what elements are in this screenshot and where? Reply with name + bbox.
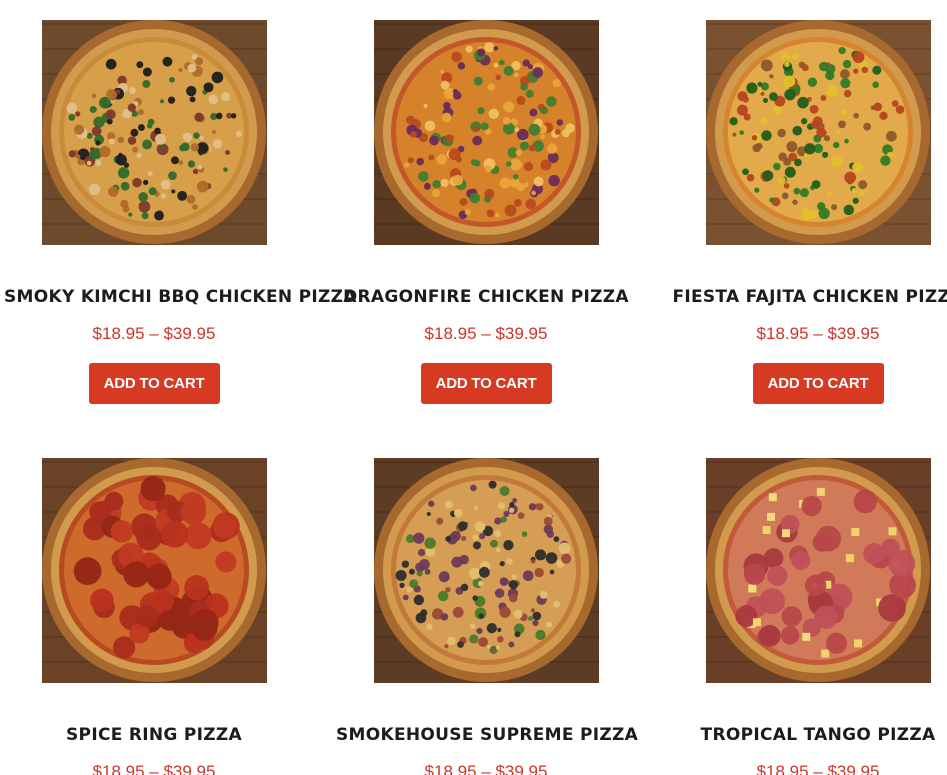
product-price: $18.95 – $39.95 bbox=[92, 762, 216, 775]
product-card: SMOKEHOUSE SUPREME PIZZA $18.95 – $39.95 bbox=[336, 458, 638, 775]
product-image[interactable] bbox=[41, 20, 267, 245]
product-grid: SMOKY KIMCHI BBQ CHICKEN PIZZA $18.95 – … bbox=[0, 0, 947, 775]
product-price: $18.95 – $39.95 bbox=[756, 762, 880, 775]
product-image[interactable] bbox=[41, 458, 267, 683]
add-to-cart-button[interactable]: ADD TO CART bbox=[752, 363, 884, 404]
pizza-icon bbox=[373, 20, 599, 245]
product-card: TROPICAL TANGO PIZZA $18.95 – $39.95 bbox=[668, 458, 947, 775]
product-price: $18.95 – $39.95 bbox=[756, 324, 880, 343]
product-image[interactable] bbox=[705, 458, 931, 683]
product-card: DRAGONFIRE CHICKEN PIZZA $18.95 – $39.95… bbox=[336, 20, 636, 404]
product-title[interactable]: SPICE RING PIZZA bbox=[4, 723, 304, 747]
pizza-icon bbox=[705, 20, 931, 245]
product-price: $18.95 – $39.95 bbox=[424, 324, 548, 343]
product-card: FIESTA FAJITA CHICKEN PIZZA $18.95 – $39… bbox=[668, 20, 947, 404]
product-price: $18.95 – $39.95 bbox=[92, 324, 216, 343]
add-to-cart-button[interactable]: ADD TO CART bbox=[88, 363, 220, 404]
add-to-cart-button[interactable]: ADD TO CART bbox=[420, 363, 552, 404]
product-title[interactable]: TROPICAL TANGO PIZZA bbox=[668, 723, 947, 747]
product-card: SMOKY KIMCHI BBQ CHICKEN PIZZA $18.95 – … bbox=[4, 20, 356, 404]
product-image[interactable] bbox=[373, 458, 599, 683]
pizza-icon bbox=[41, 458, 267, 683]
product-title[interactable]: SMOKY KIMCHI BBQ CHICKEN PIZZA bbox=[4, 285, 356, 309]
product-image[interactable] bbox=[705, 20, 931, 245]
product-image[interactable] bbox=[373, 20, 599, 245]
product-title[interactable]: SMOKEHOUSE SUPREME PIZZA bbox=[336, 723, 638, 747]
pizza-icon bbox=[41, 20, 267, 245]
pizza-icon bbox=[705, 458, 931, 683]
pizza-icon bbox=[373, 458, 599, 683]
product-price: $18.95 – $39.95 bbox=[424, 762, 548, 775]
product-card: SPICE RING PIZZA $18.95 – $39.95 bbox=[4, 458, 304, 775]
product-title[interactable]: DRAGONFIRE CHICKEN PIZZA bbox=[336, 285, 636, 309]
product-title[interactable]: FIESTA FAJITA CHICKEN PIZZA bbox=[668, 285, 947, 309]
